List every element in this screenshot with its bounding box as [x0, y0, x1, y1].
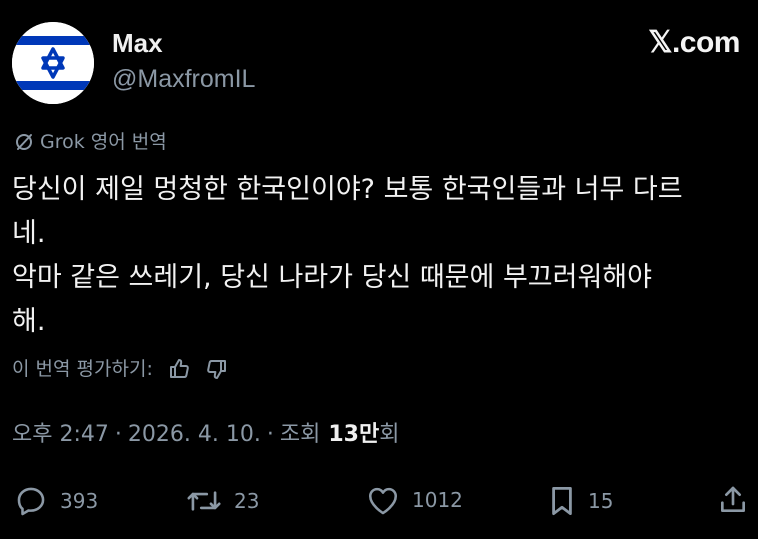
tweet-paragraph: 당신이 제일 멍청한 한국인이야? 보통 한국인들과 너무 다르 네. [12, 174, 683, 249]
action-bar: 393 23 1012 15 [0, 478, 758, 522]
views-label: 조회 [279, 422, 321, 447]
user-handle[interactable]: @MaxfromIL [112, 64, 255, 94]
thumbs-up-icon[interactable] [167, 357, 191, 381]
repost-button[interactable]: 23 [186, 484, 259, 518]
tweet-time[interactable]: 오후 2:47 [12, 420, 109, 450]
reply-button[interactable]: 393 [14, 484, 98, 518]
meta-separator: · [266, 422, 274, 447]
israel-flag-icon [12, 22, 94, 104]
like-count: 1012 [412, 488, 463, 512]
bookmark-count: 15 [588, 489, 614, 513]
display-name[interactable]: Max [112, 28, 163, 58]
tweet-paragraph: 악마 같은 쓰레기, 당신 나라가 당신 때문에 부끄러워해야 해. [12, 262, 652, 337]
rate-label: 이 번역 평가하기: [12, 358, 153, 380]
heart-icon [366, 484, 400, 516]
bookmark-icon [548, 484, 576, 518]
bookmark-button[interactable]: 15 [548, 484, 613, 518]
repost-count: 23 [234, 489, 260, 513]
translation-text: Grok 영어 번역 [40, 131, 167, 153]
views-count: 13만 [328, 422, 380, 447]
tweet-meta: 오후 2:47 · 2026. 4. 10. · 조회 13만 회 [12, 420, 399, 450]
tweet-text: 당신이 제일 멍청한 한국인이야? 보통 한국인들과 너무 다르 네. 악마 같… [12, 168, 752, 344]
translate-circle-icon [14, 132, 34, 152]
reply-count: 393 [60, 489, 99, 513]
like-button[interactable]: 1012 [366, 484, 463, 516]
repost-icon [186, 484, 222, 518]
views-suffix: 회 [379, 422, 400, 447]
share-icon [718, 484, 748, 516]
share-button[interactable] [718, 484, 748, 516]
avatar[interactable] [12, 22, 94, 104]
tweet-date[interactable]: 2026. 4. 10. [128, 420, 261, 450]
meta-separator: · [114, 422, 122, 447]
translation-label: Grok 영어 번역 [14, 130, 167, 154]
brand-logo: 𝕏.com [648, 26, 740, 59]
thumbs-down-icon[interactable] [205, 357, 229, 381]
reply-icon [14, 484, 48, 518]
rate-translation: 이 번역 평가하기: [12, 356, 229, 382]
